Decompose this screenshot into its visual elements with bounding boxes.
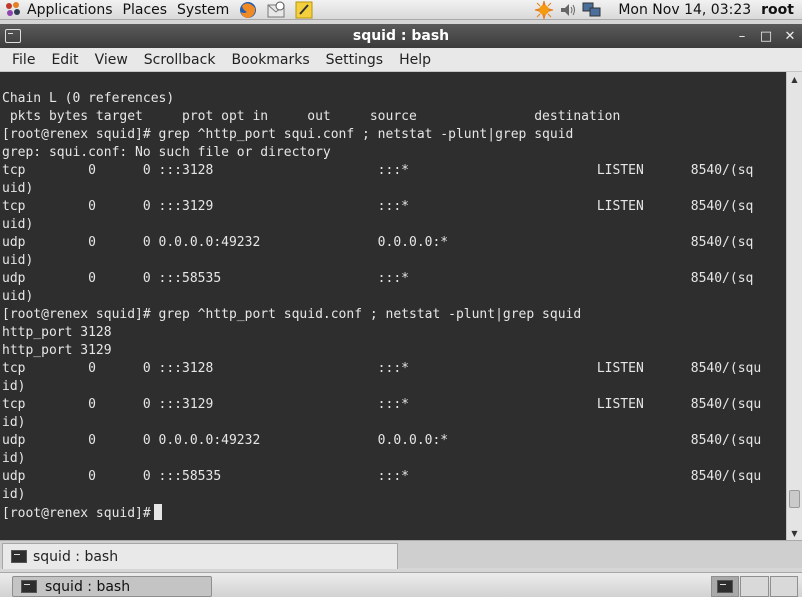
- terminal-output[interactable]: Chain L (0 references) pkts bytes target…: [0, 72, 786, 540]
- terminal-line: udp 0 0 :::58535 :::* 8540/(sq: [2, 271, 754, 286]
- workspace-2[interactable]: [740, 576, 769, 597]
- user-menu[interactable]: root: [761, 2, 802, 18]
- menu-scrollback[interactable]: Scrollback: [136, 52, 224, 68]
- text-cursor: [153, 504, 162, 520]
- terminal-line: id): [2, 487, 26, 502]
- notes-launcher[interactable]: [293, 0, 315, 20]
- prompt-line[interactable]: [root@renex squid]#: [0, 504, 786, 522]
- workspace-switcher: [711, 576, 799, 597]
- terminal-scrollbar[interactable]: ▲ ▼: [786, 72, 802, 540]
- gnome-foot-icon: [5, 1, 23, 18]
- top-panel: Applications Places System Mon Nov 14, 0…: [0, 0, 802, 20]
- workspace-window-icon: [717, 580, 734, 593]
- menu-settings[interactable]: Settings: [318, 52, 391, 68]
- applications-menu[interactable]: Applications: [0, 0, 118, 20]
- mail-clock-icon: [267, 1, 285, 17]
- taskbar-window-button[interactable]: squid : bash: [12, 576, 212, 597]
- terminal-line: Chain L (0 references): [2, 91, 175, 106]
- system-menu[interactable]: System: [172, 0, 234, 20]
- terminal-line: id): [2, 451, 26, 466]
- scroll-thumb[interactable]: [789, 490, 800, 508]
- sun-alert-icon: [535, 0, 554, 19]
- workspace-1[interactable]: [711, 576, 740, 597]
- menu-file[interactable]: File: [4, 52, 43, 68]
- network-icon: [582, 2, 601, 16]
- terminal-tab-icon: [11, 550, 27, 563]
- terminal-line: tcp 0 0 :::3129 :::* LISTEN 8540/(squ: [2, 397, 762, 412]
- maximize-button[interactable]: □: [754, 24, 778, 48]
- shell-prompt: [root@renex squid]#: [2, 506, 151, 521]
- terminal-line: pkts bytes target prot opt in out source…: [2, 109, 621, 124]
- mail-launcher[interactable]: [265, 0, 287, 20]
- speaker-icon: [561, 3, 576, 16]
- window-title: squid : bash: [352, 28, 450, 44]
- clock[interactable]: Mon Nov 14, 03:23: [604, 2, 761, 18]
- terminal-tab[interactable]: squid : bash: [2, 543, 398, 569]
- terminal-line: tcp 0 0 :::3129 :::* LISTEN 8540/(sq: [2, 199, 754, 214]
- terminal-line: [root@renex squid]# grep ^http_port squi…: [2, 127, 574, 142]
- terminal-line: tcp 0 0 :::3128 :::* LISTEN 8540/(sq: [2, 163, 754, 178]
- workspace-3[interactable]: [769, 576, 798, 597]
- terminal-line: id): [2, 415, 26, 430]
- scroll-up-arrow[interactable]: ▲: [787, 72, 802, 86]
- bottom-panel: squid : bash: [0, 572, 802, 597]
- terminal-line: udp 0 0 0.0.0.0:49232 0.0.0.0:* 8540/(sq: [2, 235, 754, 250]
- firefox-launcher[interactable]: [237, 0, 259, 20]
- menu-bookmarks[interactable]: Bookmarks: [223, 52, 317, 68]
- terminal-line: http_port 3129: [2, 343, 112, 358]
- window-titlebar[interactable]: squid : bash – □ ✕: [0, 24, 802, 48]
- minimize-button[interactable]: –: [730, 24, 754, 48]
- notepad-icon: [295, 1, 313, 18]
- terminal-line: uid): [2, 217, 34, 232]
- firefox-icon: [240, 1, 257, 18]
- terminal-line: tcp 0 0 :::3128 :::* LISTEN 8540/(squ: [2, 361, 762, 376]
- terminal-task-icon: [21, 580, 37, 593]
- terminal-line: http_port 3128: [2, 325, 112, 340]
- volume-control[interactable]: [556, 0, 580, 20]
- update-notifier[interactable]: [532, 0, 556, 20]
- menubar: File Edit View Scrollback Bookmarks Sett…: [0, 48, 802, 72]
- terminal-line: id): [2, 379, 26, 394]
- places-menu[interactable]: Places: [118, 0, 173, 20]
- scroll-down-arrow[interactable]: ▼: [787, 526, 802, 540]
- close-button[interactable]: ✕: [778, 24, 802, 48]
- terminal-line: uid): [2, 253, 34, 268]
- network-status[interactable]: [580, 0, 604, 20]
- tab-label: squid : bash: [33, 548, 119, 565]
- terminal-line: uid): [2, 181, 34, 196]
- task-label: squid : bash: [45, 578, 131, 595]
- menu-edit[interactable]: Edit: [43, 52, 86, 68]
- terminal-line: udp 0 0 0.0.0.0:49232 0.0.0.0:* 8540/(sq…: [2, 433, 762, 448]
- terminal-tabbar: squid : bash: [0, 540, 802, 569]
- terminal-line: grep: squi.conf: No such file or directo…: [2, 145, 331, 160]
- terminal-line: [root@renex squid]# grep ^http_port squi…: [2, 307, 582, 322]
- menu-view[interactable]: View: [87, 52, 136, 68]
- menu-help[interactable]: Help: [391, 52, 439, 68]
- applications-label: Applications: [27, 1, 113, 18]
- terminal-line: uid): [2, 289, 34, 304]
- terminal-line: udp 0 0 :::58535 :::* 8540/(squ: [2, 469, 762, 484]
